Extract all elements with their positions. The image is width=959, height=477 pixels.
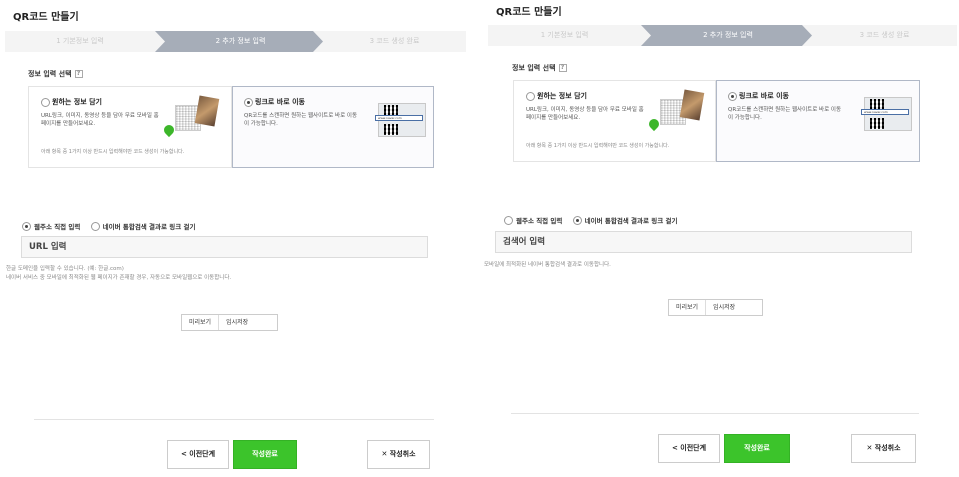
card-info-title-text-right: 원하는 정보 담기 xyxy=(537,92,587,100)
url-bar-illustration: www.naver.com xyxy=(375,115,423,121)
photo-image xyxy=(194,95,220,127)
radio-direct-url[interactable] xyxy=(22,221,31,231)
radio-info-right[interactable] xyxy=(526,91,535,101)
card-info-desc-right: URL링크, 이미지, 동영상 등을 담아 무료 모바일 홈페이지를 만들어보세… xyxy=(526,107,644,121)
step-indicator: 1 기본정보 입력 2 추가 정보 입력 3 코드 생성 완료 xyxy=(5,31,466,52)
card-info-option-right[interactable]: 원하는 정보 담기 URL링크, 이미지, 동영상 등을 담아 무료 모바일 홈… xyxy=(513,80,716,162)
section-label: 정보 입력 선택? xyxy=(28,69,83,79)
right-panel: QR코드 만들기 1 기본정보 입력 2 추가 정보 입력 3 코드 생성 완료… xyxy=(482,0,959,477)
step-1-right: 1 기본정보 입력 xyxy=(540,31,589,39)
card-info-desc: URL링크, 이미지, 동영상 등을 담아 무료 모바일 홈페이지를 만들어보세… xyxy=(41,113,159,127)
card-link-title-right: 링크로 바로 이동 xyxy=(728,91,789,101)
card-info-title-text: 원하는 정보 담기 xyxy=(52,98,102,106)
card-info-option[interactable]: 원하는 정보 담기 URL링크, 이미지, 동영상 등을 담아 무료 모바일 홈… xyxy=(28,86,232,168)
card-link-title-text: 링크로 바로 이동 xyxy=(255,98,305,106)
left-panel: QR코드 만들기 1 기본정보 입력 2 추가 정보 입력 3 코드 생성 완료… xyxy=(0,0,470,477)
complete-button[interactable]: 작성완료 xyxy=(233,440,297,469)
radio-info[interactable] xyxy=(41,97,50,107)
step-3: 3 코드 생성 완료 xyxy=(369,37,420,45)
prev-step-button[interactable]: < 이전단계 xyxy=(167,440,229,469)
hint-line-right: 모바일에 최적화된 네이버 통합검색 결과로 이동합니다. xyxy=(484,262,611,268)
preview-save-group: 미리보기 임시저장 xyxy=(181,314,278,331)
hint-line-1: 한글 도메인을 입력할 수 있습니다. (예: 한글.com) xyxy=(6,266,124,272)
bottom-divider-right xyxy=(511,413,919,414)
card-info-note-right: 아래 항목 중 1가지 이상 반드시 입력해야만 코드 생성이 가능합니다. xyxy=(526,143,670,149)
preview-button-right[interactable]: 미리보기 xyxy=(669,300,705,315)
url-bar-illustration-right: www.naver.com xyxy=(861,109,909,115)
section-label-right: 정보 입력 선택? xyxy=(512,63,567,73)
temp-save-button[interactable]: 임시저장 xyxy=(218,315,255,330)
option-naver-search-label-right[interactable]: 네이버 통합검색 결과로 링크 걸기 xyxy=(585,217,678,225)
location-pin-icon-right xyxy=(646,116,662,132)
link-type-options: 웹주소 직접 입력 네이버 통합검색 결과로 링크 걸기 xyxy=(22,221,203,231)
help-icon[interactable]: ? xyxy=(74,70,83,78)
section-label-text: 정보 입력 선택 xyxy=(28,70,72,78)
complete-button-right[interactable]: 작성완료 xyxy=(724,434,790,463)
card-link-title: 링크로 바로 이동 xyxy=(244,97,305,107)
step-indicator-right: 1 기본정보 입력 2 추가 정보 입력 3 코드 생성 완료 xyxy=(488,25,957,46)
url-input[interactable]: URL 입력 xyxy=(21,236,428,258)
bottom-divider xyxy=(34,419,434,420)
radio-naver-search-right[interactable] xyxy=(572,215,582,225)
mini-qr-bottom xyxy=(384,124,398,135)
preview-save-group-right: 미리보기 임시저장 xyxy=(668,299,763,316)
temp-save-button-right[interactable]: 임시저장 xyxy=(705,300,742,315)
link-type-options-right: 웹주소 직접 입력 네이버 통합검색 결과로 링크 걸기 xyxy=(504,215,685,225)
section-label-text-right: 정보 입력 선택 xyxy=(512,64,556,72)
card-info-title-right: 원하는 정보 담기 xyxy=(526,91,587,101)
cancel-button[interactable]: ✕ 작성취소 xyxy=(367,440,430,469)
card-info-note: 아래 항목 중 1가지 이상 반드시 입력해야만 코드 생성이 가능합니다. xyxy=(41,149,185,155)
radio-direct-url-right[interactable] xyxy=(504,215,513,225)
mini-qr-bottom-right xyxy=(870,118,884,129)
prev-step-button-right[interactable]: < 이전단계 xyxy=(658,434,720,463)
phone-screen-image: www.naver.com xyxy=(375,103,426,137)
page-title: QR코드 만들기 xyxy=(13,12,79,23)
panel-divider xyxy=(471,0,481,477)
cancel-button-right[interactable]: ✕ 작성취소 xyxy=(851,434,916,463)
card-info-title: 원하는 정보 담기 xyxy=(41,97,102,107)
hint-line-2: 네이버 서비스 중 모바일에 최적화된 웹 페이지가 존재할 경우, 자동으로 … xyxy=(6,275,232,281)
phone-screen-image-right: www.naver.com xyxy=(861,97,912,131)
step-2: 2 추가 정보 입력 xyxy=(215,37,266,45)
card-link-desc-right: QR코드를 스캔하면 원하는 웹사이트로 바로 이동이 가능합니다. xyxy=(728,107,842,121)
search-keyword-input[interactable]: 검색어 입력 xyxy=(495,231,912,253)
help-icon-right[interactable]: ? xyxy=(558,64,567,72)
step-2-right: 2 추가 정보 입력 xyxy=(703,31,753,39)
step-1: 1 기본정보 입력 xyxy=(56,37,104,45)
option-direct-url-label-right[interactable]: 웹주소 직접 입력 xyxy=(516,217,562,225)
preview-button[interactable]: 미리보기 xyxy=(182,315,218,330)
location-pin-icon xyxy=(161,122,177,138)
option-naver-search-label[interactable]: 네이버 통합검색 결과로 링크 걸기 xyxy=(103,223,196,231)
card-link-option-right[interactable]: 링크로 바로 이동 QR코드를 스캔하면 원하는 웹사이트로 바로 이동이 가능… xyxy=(716,80,920,162)
card-link-desc: QR코드를 스캔하면 원하는 웹사이트로 바로 이동이 가능합니다. xyxy=(244,113,358,127)
radio-naver-search[interactable] xyxy=(90,221,100,231)
radio-link[interactable] xyxy=(244,97,253,107)
radio-link-right[interactable] xyxy=(728,91,737,101)
card-link-option[interactable]: 링크로 바로 이동 QR코드를 스캔하면 원하는 웹사이트로 바로 이동이 가능… xyxy=(232,86,434,168)
photo-image-right xyxy=(679,89,705,121)
page-title-right: QR코드 만들기 xyxy=(496,7,562,18)
step-3-right: 3 코드 생성 완료 xyxy=(859,31,910,39)
option-direct-url-label[interactable]: 웹주소 직접 입력 xyxy=(34,223,80,231)
card-link-title-text-right: 링크로 바로 이동 xyxy=(739,92,789,100)
